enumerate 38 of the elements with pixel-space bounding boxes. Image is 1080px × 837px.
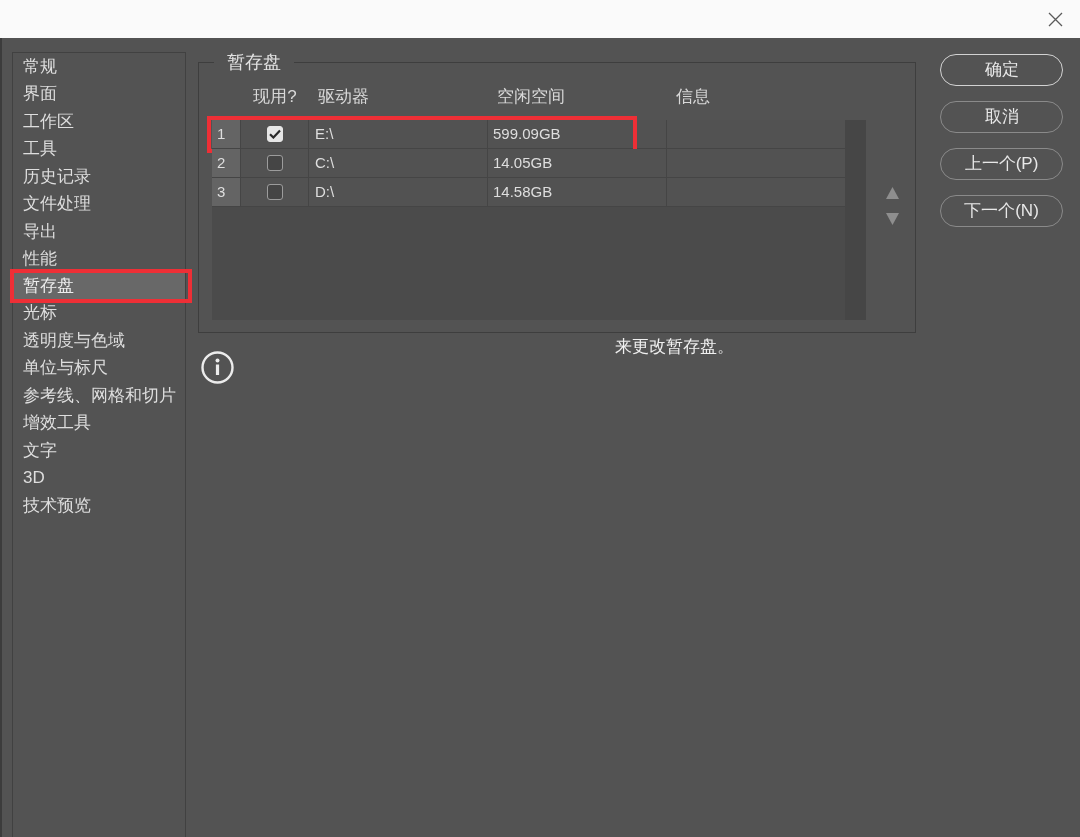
sidebar-item[interactable]: 透明度与色域	[13, 327, 185, 355]
sidebar-item[interactable]: 工具	[13, 135, 185, 163]
column-header: 现用?	[253, 86, 297, 109]
sidebar-item[interactable]: 工作区	[13, 108, 185, 136]
sidebar-item[interactable]: 单位与标尺	[13, 354, 185, 382]
free-space-cell: 599.09GB	[488, 120, 667, 149]
row-number-cell: 1	[212, 120, 241, 149]
checkbox[interactable]	[266, 184, 283, 200]
drive-cell: C:\	[309, 149, 488, 178]
checkmark-icon	[268, 129, 281, 139]
info-icon	[201, 351, 234, 384]
checkbox[interactable]	[266, 155, 283, 171]
down-arrow-icon[interactable]	[886, 213, 899, 225]
row-number-cell: 3	[212, 178, 241, 207]
row-number-cell: 2	[212, 149, 241, 178]
sidebar-item[interactable]: 导出	[13, 218, 185, 246]
group-title: 暂存盘	[226, 51, 282, 74]
sidebar-item[interactable]: 技术预览	[13, 492, 185, 520]
close-icon[interactable]	[1048, 11, 1063, 27]
up-arrow-icon[interactable]	[886, 187, 899, 199]
sidebar-item[interactable]: 文件处理	[13, 190, 185, 218]
column-header: 信息	[675, 86, 711, 109]
sidebar-item[interactable]: 界面	[13, 80, 185, 108]
sidebar-item[interactable]: 3D	[13, 464, 185, 492]
sidebar-item[interactable]: 历史记录	[13, 163, 185, 191]
sidebar-item[interactable]: 性能	[13, 245, 185, 273]
sidebar-item[interactable]: 光标	[13, 299, 185, 327]
sidebar-item[interactable]: 参考线、网格和切片	[13, 382, 185, 410]
free-space-cell: 14.05GB	[488, 149, 667, 178]
column-header: 驱动器	[317, 86, 370, 109]
free-space-cell: 14.58GB	[488, 178, 667, 207]
hint-text: 来更改暂存盘。	[615, 337, 734, 357]
sidebar-item[interactable]: 文字	[13, 437, 185, 465]
column-header: 空闲空间	[496, 86, 566, 109]
drive-cell: E:\	[309, 120, 488, 149]
sidebar-item[interactable]: 增效工具	[13, 409, 185, 437]
drive-cell: D:\	[309, 178, 488, 207]
sidebar-item[interactable]: 常规	[13, 53, 185, 81]
